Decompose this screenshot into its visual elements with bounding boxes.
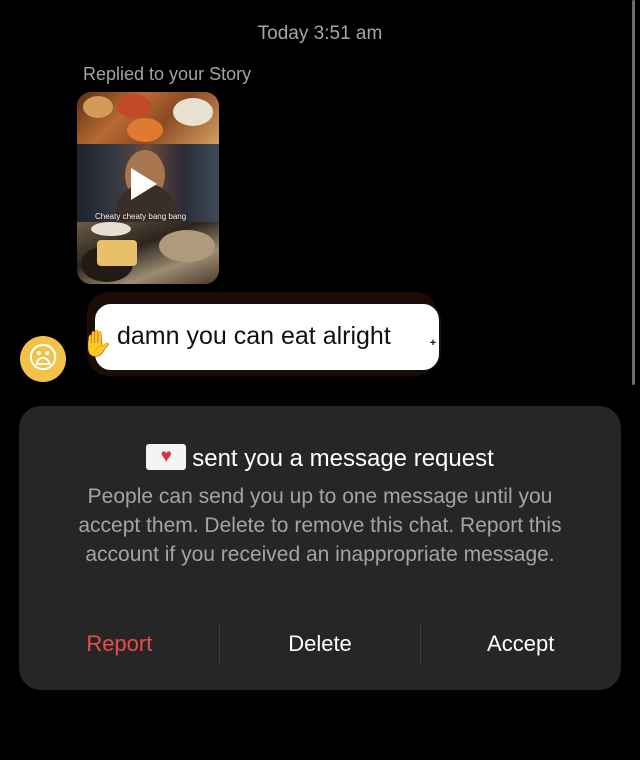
request-title-text: sent you a message request — [192, 445, 494, 472]
story-food-bottom — [77, 222, 219, 284]
message-timestamp: Today 3:51 am — [257, 23, 383, 44]
message-request-panel: ♥ sent you a message request People can s… — [19, 406, 621, 690]
report-button[interactable]: Report — [19, 624, 220, 664]
message-text: damn you can eat alright — [117, 322, 391, 350]
request-title: ♥ sent you a message request — [19, 444, 621, 473]
message-bubble[interactable]: damn you can eat alright ᐩ ✋ — [81, 292, 443, 380]
story-food-top — [77, 92, 219, 144]
bubble-body: damn you can eat alright ᐩ — [93, 302, 441, 372]
accept-button[interactable]: Accept — [420, 624, 621, 664]
scrollbar[interactable] — [632, 0, 635, 385]
request-description: People can send you up to one message un… — [78, 485, 562, 566]
request-actions: Report Delete Accept — [19, 624, 621, 664]
action-divider — [219, 624, 220, 664]
love-letter-icon: ♥ — [146, 444, 187, 470]
hand-doodle-icon: ✋ — [81, 328, 114, 358]
replied-to-story-label: Replied to your Story — [83, 64, 252, 84]
story-caption: Cheaty cheaty bang bang — [95, 212, 187, 221]
action-divider — [420, 624, 421, 664]
play-icon[interactable] — [131, 168, 157, 200]
sender-avatar[interactable]: 😦 — [20, 336, 66, 382]
surprised-face-icon: 😦 — [27, 342, 59, 375]
delete-button[interactable]: Delete — [220, 624, 421, 664]
story-thumbnail[interactable]: Cheaty cheaty bang bang — [77, 92, 219, 284]
bubble-doodle-icon: ᐩ — [429, 336, 437, 358]
